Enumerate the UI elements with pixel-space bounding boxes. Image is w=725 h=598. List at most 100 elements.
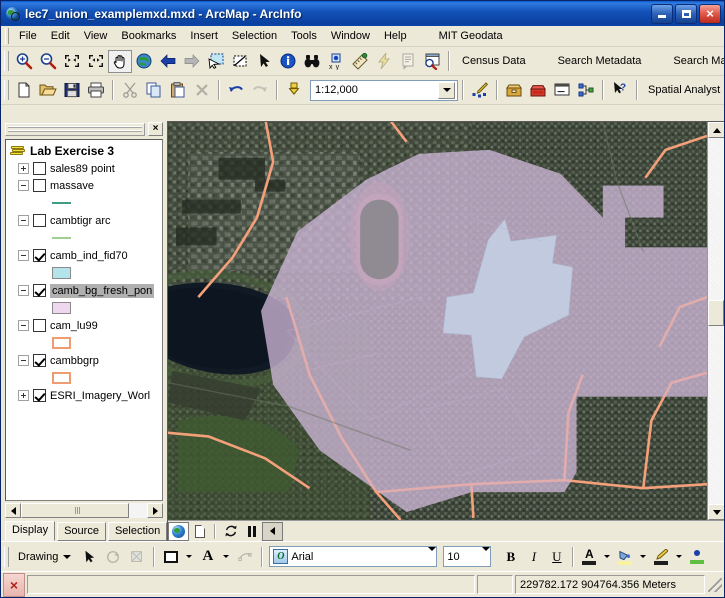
pause-drawing-button[interactable] [241,522,262,541]
find-binoculars-icon[interactable] [300,50,324,73]
standard-toolbar-grip[interactable] [4,80,9,100]
toc-layer-camb-ind-fid70[interactable]: camb_ind_fid70 [10,247,162,264]
scrollbar-track-lower[interactable] [708,326,724,504]
go-to-xy-icon[interactable]: xy [324,50,348,73]
search-map-command[interactable]: Search Map [665,53,724,69]
collapse-icon[interactable] [18,355,29,366]
toc-grip[interactable] [5,122,145,136]
model-builder-icon[interactable] [550,79,574,102]
layer-visibility-checkbox[interactable] [33,284,46,297]
save-disk-icon[interactable] [60,79,84,102]
map-scale-combo[interactable]: 1:12,000 [310,79,458,101]
collapse-icon[interactable] [18,320,29,331]
chevron-down-icon[interactable] [482,546,491,563]
redo-icon[interactable] [248,79,272,102]
fixed-zoom-out-icon[interactable] [84,50,108,73]
layer-visibility-checkbox[interactable] [33,389,46,402]
fill-color-button[interactable] [614,546,636,568]
toc-layer-cam-lu99[interactable]: cam_lu99 [10,317,162,334]
toc-layer-camb-bg-fresh-pond[interactable]: camb_bg_fresh_pon [10,282,162,299]
refresh-view-button[interactable] [220,522,241,541]
add-data-icon[interactable] [282,79,306,102]
toc-layer-tree[interactable]: Lab Exercise 3 sales89 point massave cam… [5,139,163,501]
new-rectangle-icon[interactable] [159,546,182,568]
pan-hand-icon[interactable] [108,49,132,73]
select-elements-arrow-icon[interactable] [77,545,101,568]
scroll-right-arrow-icon[interactable] [147,503,163,518]
layer-visibility-checkbox[interactable] [33,162,46,175]
font-color-dropdown-arrow[interactable] [600,546,614,568]
zoom-out-icon[interactable] [36,50,60,73]
menu-grip[interactable] [5,28,9,44]
collapse-icon[interactable] [18,250,29,261]
python-window-icon[interactable] [526,79,550,102]
tools-toolbar-grip[interactable] [4,51,9,71]
expand-icon[interactable] [18,390,29,401]
whats-this-help-icon[interactable]: ? [608,79,632,102]
open-folder-icon[interactable] [36,79,60,102]
census-data-command[interactable]: Census Data [454,53,534,69]
menu-edit[interactable]: Edit [44,28,77,44]
nudge-icon[interactable] [233,545,257,568]
menu-help[interactable]: Help [377,28,414,44]
collapse-icon[interactable] [18,285,29,296]
select-elements-arrow-icon[interactable] [252,50,276,73]
menu-insert[interactable]: Insert [183,28,225,44]
text-dropdown-arrow[interactable] [219,546,233,568]
data-view-button[interactable] [168,521,189,541]
fill-color-dropdown-arrow[interactable] [636,546,650,568]
hyperlink-lightning-icon[interactable] [372,50,396,73]
layer-visibility-checkbox[interactable] [33,354,46,367]
arctoolbox-icon[interactable] [502,79,526,102]
menu-view[interactable]: View [77,28,115,44]
line-color-dropdown-arrow[interactable] [672,546,686,568]
scroll-left-button[interactable] [262,521,283,541]
font-family-combo[interactable]: O Arial [269,546,438,567]
full-extent-globe-icon[interactable] [132,50,156,73]
paste-icon[interactable] [166,79,190,102]
map-canvas[interactable] [168,122,707,520]
resize-grip[interactable] [708,577,722,592]
drawing-toolbar-grip[interactable] [4,546,9,567]
menu-selection[interactable]: Selection [225,28,284,44]
italic-button[interactable]: I [522,546,545,568]
menu-bookmarks[interactable]: Bookmarks [114,28,183,44]
toc-layer-massave[interactable]: massave [10,177,162,194]
copy-icon[interactable] [142,79,166,102]
scroll-up-arrow-icon[interactable] [708,122,724,138]
map-vertical-scrollbar[interactable] [707,122,724,520]
toc-layer-cambbgrp[interactable]: cambbgrp [10,352,162,369]
menu-mit-geodata[interactable]: MIT Geodata [432,28,510,44]
layer-visibility-checkbox[interactable] [33,249,46,262]
marker-color-button[interactable] [686,546,708,568]
layer-visibility-checkbox[interactable] [33,319,46,332]
toc-horizontal-scrollbar[interactable] [5,502,163,519]
menu-file[interactable]: File [12,28,44,44]
close-button[interactable]: × [699,3,721,24]
rotate-element-icon[interactable] [101,545,125,568]
spatial-analyst-menu[interactable]: Spatial Analyst [642,82,724,98]
cut-scissors-icon[interactable] [118,79,142,102]
create-viewer-window-icon[interactable] [420,50,444,73]
underline-button[interactable]: U [545,546,568,568]
scrollbar-track-upper[interactable] [708,138,724,300]
go-next-extent-icon[interactable] [180,50,204,73]
toc-layer-cambtigr-arc[interactable]: cambtigr arc [10,212,162,229]
collapse-icon[interactable] [18,180,29,191]
layout-view-button[interactable] [189,522,210,541]
zoom-in-icon[interactable] [12,50,36,73]
toc-layer-sales89-point[interactable]: sales89 point [10,160,162,177]
scrollbar-thumb[interactable] [708,299,724,326]
identify-icon[interactable] [276,50,300,73]
maximize-button[interactable] [675,3,697,24]
select-features-icon[interactable] [204,50,228,73]
tab-selection[interactable]: Selection [107,522,168,541]
model-link-icon[interactable] [574,79,598,102]
measure-icon[interactable] [348,50,372,73]
chevron-down-icon[interactable] [438,81,455,99]
clear-selected-features-icon[interactable] [228,50,252,73]
toc-layer-esri-imagery-world[interactable]: ESRI_Imagery_Worl [10,387,162,404]
delete-x-icon[interactable] [190,79,214,102]
fixed-zoom-in-icon[interactable] [60,50,84,73]
snap-to-icon[interactable] [125,545,149,568]
